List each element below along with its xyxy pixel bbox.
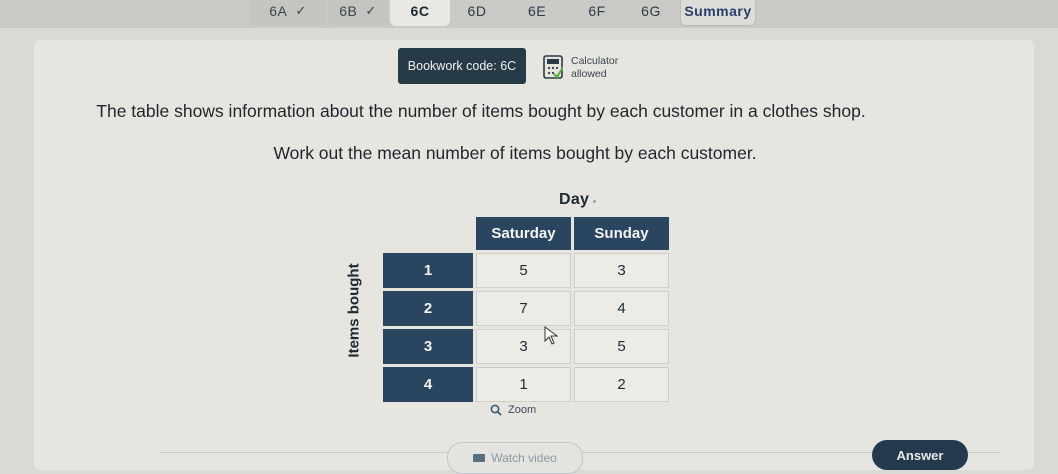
search-icon bbox=[490, 404, 502, 416]
tab-6a[interactable]: 6A ✓ bbox=[250, 0, 326, 26]
table-corner bbox=[383, 217, 473, 250]
tab-6e[interactable]: 6E bbox=[512, 0, 562, 26]
column-header-sunday: Sunday bbox=[574, 217, 669, 250]
column-header-saturday: Saturday bbox=[476, 217, 571, 250]
calculator-line2: allowed bbox=[571, 68, 607, 80]
tab-6c[interactable]: 6C bbox=[390, 0, 450, 26]
table-cell: 2 bbox=[574, 367, 669, 402]
table-row: 3 3 5 bbox=[383, 329, 669, 364]
question-text-2: Work out the mean number of items bought… bbox=[273, 143, 757, 163]
answer-button[interactable]: Answer bbox=[872, 440, 968, 470]
zoom-button[interactable]: Zoom bbox=[490, 404, 536, 416]
tab-label: 6A bbox=[269, 3, 288, 19]
data-table: Saturday Sunday 1 5 3 2 7 4 3 3 5 4 1 2 bbox=[380, 214, 672, 405]
table-cell: 1 bbox=[476, 367, 571, 402]
zoom-label: Zoom bbox=[508, 404, 537, 416]
checkmark-icon: ✓ bbox=[295, 3, 307, 18]
watch-video-label: Watch video bbox=[491, 451, 557, 465]
tab-label: 6D bbox=[467, 3, 487, 19]
tab-6f[interactable]: 6F bbox=[572, 0, 622, 26]
row-header: 3 bbox=[383, 329, 473, 364]
table-cell: 3 bbox=[574, 253, 669, 288]
table-cell: 4 bbox=[574, 291, 669, 326]
tab-label: 6E bbox=[527, 3, 547, 19]
mouse-cursor-icon bbox=[544, 326, 559, 345]
decorative-dot bbox=[593, 200, 596, 203]
checkmark-icon: ✓ bbox=[365, 3, 377, 18]
row-header: 1 bbox=[383, 253, 473, 288]
video-icon bbox=[473, 454, 486, 462]
items-bought-label: Items bought bbox=[344, 258, 364, 368]
table-row: 1 5 3 bbox=[383, 253, 669, 288]
tab-label: 6F bbox=[588, 3, 606, 19]
tab-label: 6C bbox=[410, 3, 430, 19]
table-cell: 5 bbox=[574, 329, 669, 364]
tab-label: 6B bbox=[339, 3, 358, 19]
table-cell: 7 bbox=[476, 291, 571, 326]
tab-summary[interactable]: Summary bbox=[680, 0, 756, 26]
table-row: 2 7 4 bbox=[383, 291, 669, 326]
row-header: 4 bbox=[383, 367, 473, 402]
bookwork-code: Bookwork code: 6C bbox=[398, 48, 526, 84]
tab-6g[interactable]: 6G bbox=[626, 0, 676, 26]
tab-6d[interactable]: 6D bbox=[452, 0, 502, 26]
table-cell: 5 bbox=[476, 253, 571, 288]
question-text-1: The table shows information about the nu… bbox=[96, 101, 866, 121]
calculator-line1: Calculator bbox=[571, 55, 619, 67]
tab-label: Summary bbox=[684, 3, 752, 19]
table-row: 4 1 2 bbox=[383, 367, 669, 402]
table-header-row: Saturday Sunday bbox=[383, 217, 669, 250]
tab-label: 6G bbox=[641, 3, 661, 19]
calculator-note: Calculator allowed bbox=[571, 55, 618, 81]
row-header: 2 bbox=[383, 291, 473, 326]
tab-bar: 6A ✓ 6B ✓ 6C 6D 6E 6F 6G Summary bbox=[0, 0, 1058, 28]
calculator-icon bbox=[543, 55, 563, 79]
watch-video-button[interactable]: Watch video bbox=[447, 442, 583, 474]
day-label: Day bbox=[559, 191, 590, 208]
tab-6b[interactable]: 6B ✓ bbox=[328, 0, 388, 26]
items-bought-text: Items bought bbox=[345, 263, 363, 358]
